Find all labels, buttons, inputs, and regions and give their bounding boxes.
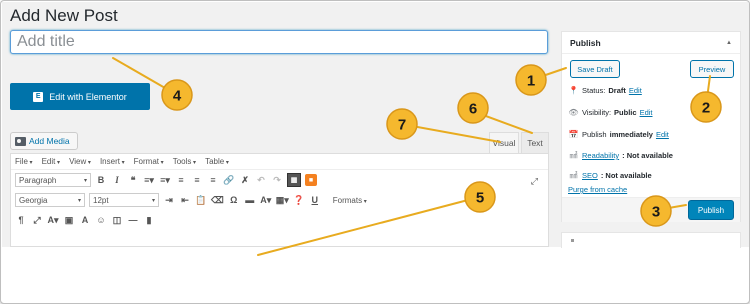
next-panel	[561, 232, 741, 248]
publish-panel-header[interactable]: Publish ▲	[562, 32, 740, 54]
collapse-arrow-icon[interactable]: ▲	[726, 40, 732, 46]
menu-view[interactable]: View	[69, 157, 91, 166]
menu-file[interactable]: File	[15, 157, 33, 166]
bullet-list-icon[interactable]: ≡▾	[143, 173, 155, 187]
visibility-label: Visibility:	[582, 108, 612, 117]
add-media-label: Add Media	[29, 136, 70, 146]
readability-row: ㎟ Readability: Not available	[568, 150, 673, 161]
status-edit-link[interactable]: Edit	[629, 86, 642, 95]
font-family-select[interactable]: Georgia	[15, 193, 85, 207]
emoji-icon[interactable]: ☺	[95, 213, 107, 227]
paste-icon[interactable]: 📋	[195, 193, 207, 207]
formats-dropdown[interactable]: Formats	[333, 196, 367, 205]
tab-text[interactable]: Text	[521, 132, 549, 153]
post-title-input[interactable]	[10, 30, 548, 54]
page-break-icon[interactable]: ▮	[143, 213, 155, 227]
pin-icon: 📍	[568, 86, 579, 95]
publish-panel-title: Publish	[570, 37, 601, 48]
save-draft-button[interactable]: Save Draft	[570, 60, 620, 78]
visibility-edit-link[interactable]: Edit	[640, 108, 653, 117]
eye-icon: 👁	[568, 108, 579, 117]
screenshot-frame: Add New Post E Edit with Elementor Add M…	[0, 0, 750, 304]
clear-format-icon[interactable]: ⌫	[211, 193, 224, 207]
toolbar-row-3: ¶ ⤢ A▾ ▣ A ☺ ◫ — ▮	[11, 210, 548, 230]
fullscreen-icon[interactable]: ⤢	[31, 213, 43, 227]
toolbar-row-2: Georgia 12pt ⇥ ⇤ 📋 ⌫ Ω ▬ A▾ ▦▾ ❓ U Forma…	[11, 190, 548, 210]
readability-value: : Not available	[622, 151, 673, 160]
schedule-value: immediately	[609, 130, 653, 139]
table-icon[interactable]: ▦▾	[276, 193, 289, 207]
undo-icon[interactable]: ↶	[255, 173, 267, 187]
yoast-seo-icon: ㎟	[569, 171, 578, 180]
editor-menubar: File Edit View Insert Format Tools Table	[11, 154, 548, 170]
editor-screen: Add New Post E Edit with Elementor Add M…	[2, 2, 749, 248]
help-icon[interactable]: ❓	[293, 193, 305, 207]
indent-icon[interactable]: ⇥	[163, 193, 175, 207]
separator-icon[interactable]: —	[127, 213, 139, 227]
yoast-icon: ㎟	[569, 151, 578, 160]
purge-cache-link[interactable]: Purge from cache	[568, 185, 627, 194]
toolbar-row-1: Paragraph B I ❝ ≡▾ ≡▾ ≡ ≡ ≡ 🔗 ✗ ↶ ↷ ▦ ■	[11, 170, 548, 190]
status-value: Draft	[608, 86, 626, 95]
link-icon[interactable]: 🔗	[223, 173, 235, 187]
horizontal-rule-icon[interactable]: ▬	[244, 193, 256, 207]
schedule-edit-link[interactable]: Edit	[656, 130, 669, 139]
bold-icon[interactable]: B	[95, 173, 107, 187]
text-box-icon[interactable]: A	[79, 213, 91, 227]
elementor-icon: E	[33, 91, 44, 102]
font-size-select[interactable]: 12pt	[89, 193, 159, 207]
media-icon	[15, 136, 26, 146]
omega-icon[interactable]: Ω	[228, 193, 240, 207]
seo-link[interactable]: SEO	[582, 171, 598, 180]
paragraph-mark-icon[interactable]: ¶	[15, 213, 27, 227]
expand-toolbar-icon[interactable]: ⤢	[531, 176, 538, 187]
tab-visual[interactable]: Visual	[489, 132, 519, 153]
panel-handle-icon	[571, 239, 574, 242]
highlight-color-icon[interactable]: A▾	[47, 213, 59, 227]
toolbar-toggle-icon[interactable]: ▦	[287, 173, 301, 187]
page-title: Add New Post	[10, 6, 118, 25]
image-icon[interactable]: ▣	[63, 213, 75, 227]
paragraph-select-value: Paragraph	[19, 175, 57, 185]
align-right-icon[interactable]: ≡	[207, 173, 219, 187]
menu-insert[interactable]: Insert	[100, 157, 125, 166]
status-row: 📍 Status: Draft Edit	[568, 86, 642, 95]
seo-row: ㎟ SEO: Not available	[568, 170, 652, 181]
unlink-icon[interactable]: ✗	[239, 173, 251, 187]
publish-button[interactable]: Publish	[688, 200, 734, 220]
calendar-icon: 📅	[568, 130, 579, 139]
underline-icon[interactable]: U	[309, 193, 321, 207]
schedule-label: Publish	[582, 130, 607, 139]
readability-link[interactable]: Readability	[582, 151, 619, 160]
blockquote-icon[interactable]: ❝	[127, 173, 139, 187]
seo-value: : Not available	[600, 171, 652, 180]
menu-edit[interactable]: Edit	[42, 157, 60, 166]
visibility-value: Public	[614, 108, 637, 117]
plugin-icon[interactable]: ■	[305, 174, 317, 186]
text-color-icon[interactable]: A▾	[260, 193, 272, 207]
italic-icon[interactable]: I	[111, 173, 123, 187]
align-center-icon[interactable]: ≡	[191, 173, 203, 187]
font-family-value: Georgia	[19, 195, 48, 205]
publish-panel: Publish ▲ Save Draft Preview 📍 Status: D…	[561, 31, 741, 222]
status-label: Status:	[582, 86, 606, 95]
edit-with-elementor-button[interactable]: E Edit with Elementor	[10, 83, 150, 110]
schedule-row: 📅 Publish immediately Edit	[568, 130, 669, 139]
font-size-value: 12pt	[93, 195, 109, 205]
menu-format[interactable]: Format	[134, 157, 164, 166]
menu-tools[interactable]: Tools	[173, 157, 196, 166]
outdent-icon[interactable]: ⇤	[179, 193, 191, 207]
redo-icon[interactable]: ↷	[271, 173, 283, 187]
preview-button[interactable]: Preview	[690, 60, 734, 78]
classic-editor: File Edit View Insert Format Tools Table…	[10, 153, 549, 247]
paragraph-select[interactable]: Paragraph	[15, 173, 91, 187]
media-embed-icon[interactable]: ◫	[111, 213, 123, 227]
add-media-button[interactable]: Add Media	[10, 132, 78, 150]
align-left-icon[interactable]: ≡	[175, 173, 187, 187]
visibility-row: 👁 Visibility: Public Edit	[568, 108, 653, 117]
elementor-button-label: Edit with Elementor	[49, 91, 127, 102]
menu-table[interactable]: Table	[205, 157, 229, 166]
numbered-list-icon[interactable]: ≡▾	[159, 173, 171, 187]
